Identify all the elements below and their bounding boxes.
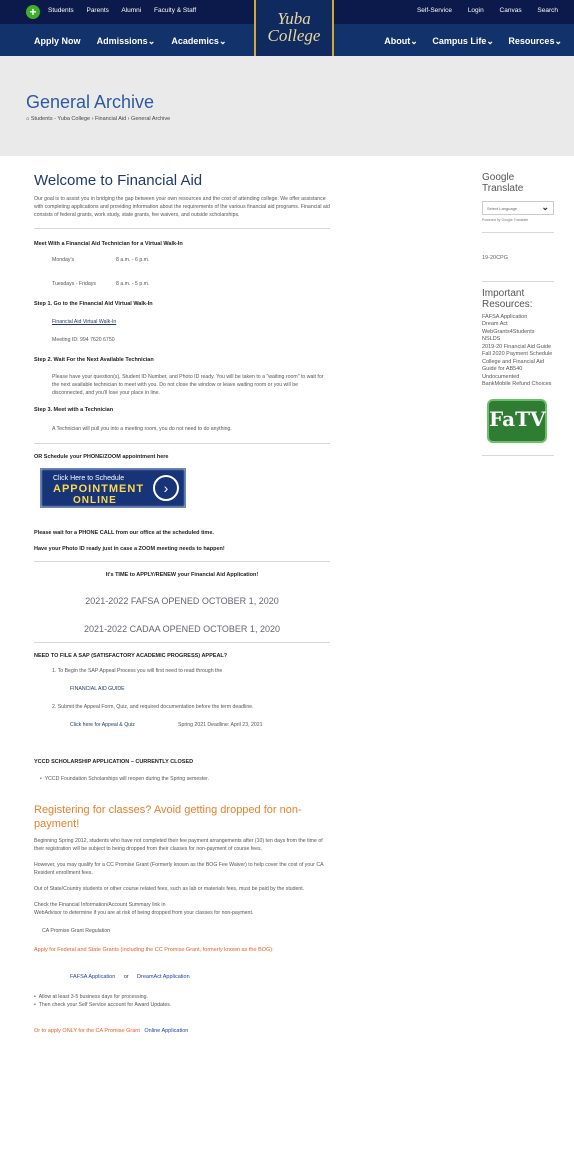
nav-apply-now[interactable]: Apply Now xyxy=(34,36,81,46)
divider xyxy=(34,443,330,444)
chevron-down-icon: ⌄ xyxy=(486,36,494,46)
reg-paragraph-2: However, you may qualify for a CC Promis… xyxy=(34,862,324,876)
nav-campus-life[interactable]: Campus Life⌄ xyxy=(432,36,494,46)
nav-resources[interactable]: Resources⌄ xyxy=(508,36,562,46)
step2-heading: Step 2. Wait For the Next Available Tech… xyxy=(34,357,154,363)
meeting-id: Meeting ID: 994 7620 6750 xyxy=(52,337,115,343)
allow-text: • Allow at least 3-5 business days for p… xyxy=(34,994,148,1000)
step3-text: A Technician will pull you into a meetin… xyxy=(52,426,232,432)
financial-aid-guide-link[interactable]: FINANCIAL AID GUIDE xyxy=(70,685,330,693)
link-self-service[interactable]: Self-Service xyxy=(417,7,452,14)
arrow-right-icon: › xyxy=(153,475,179,501)
google-translate-heading: Google Translate xyxy=(482,172,524,194)
sap-row: Click here for Appeal & Quiz Spring 2021 … xyxy=(70,721,330,729)
divider xyxy=(34,561,330,562)
or-apply-row: Or to apply ONLY for the CA Promise Gran… xyxy=(34,1028,189,1034)
breadcrumb: ⌂ Students - Yuba College › Financial Ai… xyxy=(26,116,171,122)
link-parents[interactable]: Parents xyxy=(86,7,108,14)
nav-academics[interactable]: Academics⌄ xyxy=(171,36,226,46)
reg-paragraph-4a: Check the Financial Information/Account … xyxy=(34,902,166,908)
resource-link[interactable]: 2019-20 Financial Aid Guide xyxy=(482,344,554,352)
resources-heading: Important Resources: xyxy=(482,287,533,310)
resource-link[interactable]: FAFSA Application xyxy=(482,314,554,322)
nav-admissions[interactable]: Admissions⌄ xyxy=(97,36,156,46)
sidebar: Google Translate Select Language ⌄ Power… xyxy=(482,172,554,462)
divider xyxy=(34,642,330,643)
resource-link[interactable]: College and Financial Aid Guide for AB54… xyxy=(482,359,554,382)
link-faculty-staff[interactable]: Faculty & Staff xyxy=(154,7,196,14)
logo-line2: College xyxy=(267,26,321,45)
schedule-appointment-button[interactable]: Click Here to Schedule APPOINTMENT ONLIN… xyxy=(40,468,186,508)
hours-row: Monday's 8 a.m. - 6 p.m. xyxy=(52,257,150,263)
meet-heading: Meet With a Financial Aid Technician for… xyxy=(34,241,183,247)
sap-item2: 2. Submit the Appeal Form, Quiz, and req… xyxy=(52,704,254,710)
sap-item1: 1. To Begin the SAP Appeal Process you w… xyxy=(52,668,223,674)
welcome-heading: Welcome to Financial Aid xyxy=(34,172,203,189)
chevron-down-icon: ⌄ xyxy=(541,202,549,212)
time-to-apply: It's TIME to APPLY/RENEW your Financial … xyxy=(105,572,259,578)
reg-paragraph-4b: WebAdvisor to determine if you are at ri… xyxy=(34,910,254,916)
code-text: 19-20CPG xyxy=(482,255,508,261)
logo-line1: Yuba xyxy=(277,9,311,28)
step3-heading: Step 3. Meet with a Technician xyxy=(34,407,114,413)
step1-heading: Step 1. Go to the Financial Aid Virtual … xyxy=(34,301,153,307)
divider xyxy=(482,454,554,456)
link-login[interactable]: Login xyxy=(468,7,484,14)
register-heading: Registering for classes? Avoid getting d… xyxy=(34,804,302,830)
fatv-badge[interactable]: FaTV xyxy=(487,398,547,443)
resource-link[interactable]: WebGrants4Students xyxy=(482,329,554,337)
intro-text: Our goal is to assist you in bridging th… xyxy=(34,196,330,218)
reg-paragraph-1: Beginning Spring 2012, students who have… xyxy=(34,838,323,852)
step2-text: Please have your question(s), Student ID… xyxy=(52,374,324,396)
fafsa-application-link[interactable]: FAFSA Application xyxy=(70,974,115,980)
resource-link[interactable]: Dream Act xyxy=(482,321,554,329)
online-application-link[interactable]: Online Application xyxy=(144,1028,188,1034)
cadaa-opened: 2021-2022 CADAA OPENED OCTOBER 1, 2020 xyxy=(84,624,280,634)
powered-by-google: Powered by Google Translate xyxy=(482,218,529,222)
resources-list: FAFSA Application Dream Act WebGrants4St… xyxy=(482,314,554,389)
nav-about[interactable]: About⌄ xyxy=(384,36,418,46)
resource-link[interactable]: Fall 2020 Payment Schedule xyxy=(482,351,554,359)
then-check-text: • Then check your Self Service account f… xyxy=(34,1002,172,1008)
page-title: General Archive xyxy=(26,92,155,112)
hours-row: Tuesdays - Fridays 8 a.m. - 5 p.m. xyxy=(52,281,150,287)
wait-call-text: Please wait for a PHONE CALL from our of… xyxy=(34,530,214,536)
sap-heading: NEED TO FILE A SAP (SATISFACTORY ACADEMI… xyxy=(34,653,228,659)
divider xyxy=(482,232,554,233)
ca-promise-regulation-link[interactable]: CA Promise Grant Regulation xyxy=(42,927,330,935)
link-alumni[interactable]: Alumni xyxy=(121,7,141,14)
chevron-down-icon: ⌄ xyxy=(554,36,562,46)
appeal-quiz-link[interactable]: Click here for Appeal & Quiz xyxy=(70,721,178,729)
language-select[interactable]: Select Language ⌄ xyxy=(482,201,554,215)
yccd-heading: YCCD SCHOLARSHIP APPLICATION – CURRENTLY… xyxy=(34,759,194,765)
reg-paragraph-3: Out of State/Country students or other c… xyxy=(34,886,305,892)
resource-link[interactable]: NSLDS xyxy=(482,336,554,344)
main-content: Welcome to Financial Aid Our goal is to … xyxy=(34,172,330,1037)
resource-link[interactable]: BankMobile Refund Choices xyxy=(482,381,554,389)
photo-id-text: Have your Photo ID ready just in case a … xyxy=(34,546,225,552)
plus-icon[interactable]: + xyxy=(26,5,40,19)
divider xyxy=(482,280,554,282)
chevron-down-icon: ⌄ xyxy=(218,36,227,46)
apply-federal-text: Apply for Federal and State Grants (incl… xyxy=(34,947,274,953)
application-links: FAFSA Application or DreamAct Applicatio… xyxy=(70,974,190,980)
link-canvas[interactable]: Canvas xyxy=(500,7,522,14)
utility-links-left: Students Parents Alumni Faculty & Staff xyxy=(48,7,207,14)
link-search[interactable]: Search xyxy=(537,7,558,14)
utility-links-right: Self-Service Login Canvas Search xyxy=(403,7,558,14)
link-students[interactable]: Students xyxy=(48,7,74,14)
chevron-down-icon: ⌄ xyxy=(147,36,156,46)
sap-deadline: Spring 2021 Deadline: April 23, 2021 xyxy=(178,722,263,728)
schedule-heading: OR Schedule your PHONE/ZOOM appointment … xyxy=(34,454,169,460)
fafsa-opened: 2021-2022 FAFSA OPENED OCTOBER 1, 2020 xyxy=(85,596,279,606)
virtual-walkin-link[interactable]: Financial Aid Virtual Walk-In xyxy=(52,319,330,325)
divider xyxy=(34,228,330,229)
yccd-text: • YCCD Foundation Scholarships will reop… xyxy=(40,776,210,782)
dreamact-application-link[interactable]: DreamAct Application xyxy=(137,974,190,980)
chevron-down-icon: ⌄ xyxy=(410,36,418,46)
